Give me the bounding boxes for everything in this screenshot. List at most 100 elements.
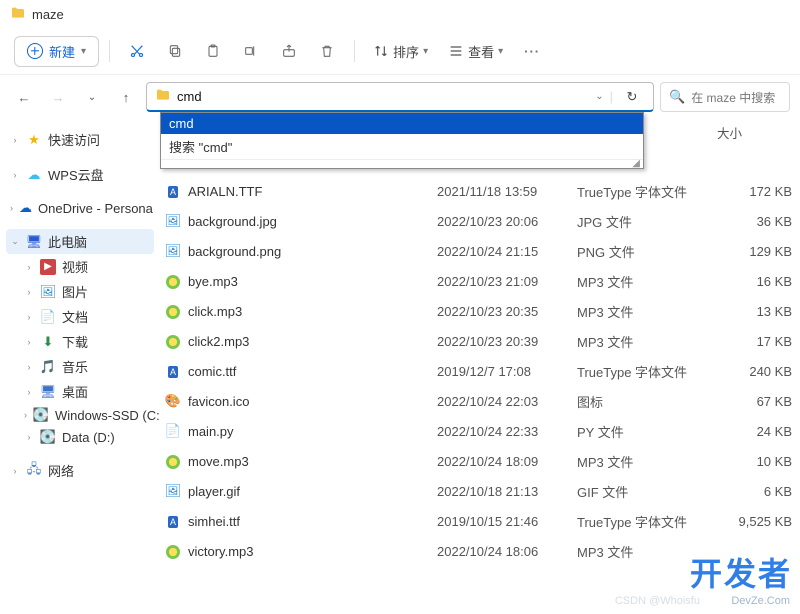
address-bar[interactable]: ⌄ | ↻ bbox=[146, 82, 654, 112]
sidebar-item-ssd[interactable]: ›💽Windows-SSD (C:) bbox=[20, 404, 154, 426]
sidebar-item-onedrive[interactable]: ›☁OneDrive - Persona bbox=[6, 197, 154, 219]
file-icon: 🖼 bbox=[160, 243, 186, 260]
search-icon: 🔍 bbox=[669, 89, 685, 105]
file-size: 16 KB bbox=[717, 274, 792, 289]
paste-icon[interactable] bbox=[196, 34, 230, 68]
file-size: 129 KB bbox=[717, 244, 792, 259]
file-type: TrueType 字体文件 bbox=[577, 182, 717, 201]
plus-icon bbox=[27, 43, 43, 59]
file-date: 2022/10/23 20:06 bbox=[437, 214, 577, 229]
title-bar: maze bbox=[0, 0, 800, 28]
forward-button[interactable]: → bbox=[44, 83, 72, 111]
file-type: JPG 文件 bbox=[577, 212, 717, 231]
chevron-right-icon: › bbox=[10, 170, 20, 180]
file-icon bbox=[160, 333, 186, 349]
chevron-down-icon: ⌄ bbox=[10, 236, 20, 247]
label: 网络 bbox=[48, 461, 74, 480]
file-icon: A bbox=[160, 364, 186, 379]
copy-icon[interactable] bbox=[158, 34, 192, 68]
file-row[interactable]: victory.mp32022/10/24 18:06MP3 文件 bbox=[160, 536, 800, 566]
file-name: 🎨favicon.ico bbox=[160, 393, 437, 410]
file-row[interactable]: click.mp32022/10/23 20:35MP3 文件13 KB bbox=[160, 296, 800, 326]
sidebar-item-downloads[interactable]: ›⬇下载 bbox=[20, 329, 154, 354]
file-size: 6 KB bbox=[717, 484, 792, 499]
file-name: AARIALN.TTF bbox=[160, 184, 437, 199]
drive-icon: 💽 bbox=[40, 429, 56, 445]
file-name: 🖼player.gif bbox=[160, 483, 437, 500]
sidebar-item-this-pc[interactable]: ⌄🖥此电脑 bbox=[6, 229, 154, 254]
divider: | bbox=[610, 89, 613, 104]
star-icon: ★ bbox=[26, 132, 42, 148]
file-icon: 🖼 bbox=[160, 483, 186, 500]
file-name: 🖼background.jpg bbox=[160, 213, 437, 230]
resize-grip-icon[interactable]: ◢ bbox=[161, 159, 643, 168]
suggestion-search-cmd[interactable]: 搜索 "cmd" bbox=[161, 134, 643, 159]
file-date: 2022/10/18 21:13 bbox=[437, 484, 577, 499]
sidebar-item-documents[interactable]: ›📄文档 bbox=[20, 304, 154, 329]
file-row[interactable]: Acomic.ttf2019/12/7 17:08TrueType 字体文件24… bbox=[160, 356, 800, 386]
sidebar: › ★ 快速访问 ›☁WPS云盘 ›☁OneDrive - Persona ⌄🖥此电… bbox=[0, 119, 160, 614]
file-date: 2022/10/23 20:35 bbox=[437, 304, 577, 319]
file-row[interactable]: 🖼background.jpg2022/10/23 20:06JPG 文件36 … bbox=[160, 206, 800, 236]
sort-dropdown[interactable]: 排序 ▾ bbox=[365, 37, 436, 66]
sidebar-item-desktop[interactable]: ›🖥桌面 bbox=[20, 379, 154, 404]
file-row[interactable]: 🖼background.png2022/10/24 21:15PNG 文件129… bbox=[160, 236, 800, 266]
chevron-right-icon: › bbox=[10, 466, 20, 476]
file-row[interactable]: 🖼player.gif2022/10/18 21:13GIF 文件6 KB bbox=[160, 476, 800, 506]
file-type: MP3 文件 bbox=[577, 452, 717, 471]
search-box[interactable]: 🔍 在 maze 中搜索 bbox=[660, 82, 790, 112]
file-row[interactable]: Asimhei.ttf2019/10/15 21:46TrueType 字体文件… bbox=[160, 506, 800, 536]
file-row[interactable]: AARIALN.TTF2021/11/18 13:59TrueType 字体文件… bbox=[160, 176, 800, 206]
share-icon[interactable] bbox=[272, 34, 306, 68]
up-button[interactable]: ↑ bbox=[112, 83, 140, 111]
col-size[interactable]: 大小 bbox=[717, 123, 792, 142]
video-icon: ▶ bbox=[40, 259, 56, 275]
back-button[interactable]: ← bbox=[10, 83, 38, 111]
sidebar-item-quick-access[interactable]: ›★快速访问 bbox=[6, 127, 154, 152]
address-wrapper: ⌄ | ↻ cmd 搜索 "cmd" ◢ bbox=[146, 82, 654, 112]
more-icon[interactable]: ··· bbox=[515, 34, 549, 68]
new-button[interactable]: 新建 ▾ bbox=[14, 36, 99, 67]
file-icon bbox=[160, 303, 186, 319]
file-row[interactable]: move.mp32022/10/24 18:09MP3 文件10 KB bbox=[160, 446, 800, 476]
label: 音乐 bbox=[62, 357, 88, 376]
label: 此电脑 bbox=[48, 232, 87, 251]
file-pane: 大小 📁.idea2022/10/25 10:09文件夹AARIALN.TTF2… bbox=[160, 119, 800, 614]
file-size: 172 KB bbox=[717, 184, 792, 199]
file-date: 2022/10/23 21:09 bbox=[437, 274, 577, 289]
file-row[interactable]: bye.mp32022/10/23 21:09MP3 文件16 KB bbox=[160, 266, 800, 296]
file-date: 2019/10/15 21:46 bbox=[437, 514, 577, 529]
file-row[interactable]: click2.mp32022/10/23 20:39MP3 文件17 KB bbox=[160, 326, 800, 356]
file-row[interactable]: 🎨favicon.ico2022/10/24 22:03图标67 KB bbox=[160, 386, 800, 416]
chevron-down-icon[interactable]: ⌄ bbox=[595, 91, 603, 102]
file-row[interactable]: 📄main.py2022/10/24 22:33PY 文件24 KB bbox=[160, 416, 800, 446]
label: 快速访问 bbox=[48, 130, 100, 149]
sidebar-item-wps[interactable]: ›☁WPS云盘 bbox=[6, 162, 154, 187]
view-label: 查看 bbox=[468, 42, 494, 61]
address-input[interactable] bbox=[177, 89, 589, 104]
cut-icon[interactable] bbox=[120, 34, 154, 68]
chevron-down-icon[interactable]: ⌄ bbox=[78, 83, 106, 111]
file-name: victory.mp3 bbox=[160, 543, 437, 559]
label: Data (D:) bbox=[62, 430, 115, 445]
refresh-icon[interactable]: ↻ bbox=[619, 89, 645, 105]
rename-icon[interactable] bbox=[234, 34, 268, 68]
view-dropdown[interactable]: 查看 ▾ bbox=[440, 37, 511, 66]
network-icon: 🖧 bbox=[26, 463, 42, 479]
sidebar-item-pictures[interactable]: ›🖼图片 bbox=[20, 279, 154, 304]
file-icon bbox=[160, 273, 186, 289]
window-title: maze bbox=[32, 7, 64, 22]
file-type: MP3 文件 bbox=[577, 272, 717, 291]
file-type: MP3 文件 bbox=[577, 542, 717, 561]
file-type: MP3 文件 bbox=[577, 332, 717, 351]
file-list: 📁.idea2022/10/25 10:09文件夹AARIALN.TTF2021… bbox=[160, 146, 800, 614]
sidebar-item-data[interactable]: ›💽Data (D:) bbox=[20, 426, 154, 448]
sidebar-item-music[interactable]: ›🎵音乐 bbox=[20, 354, 154, 379]
suggestion-cmd[interactable]: cmd bbox=[161, 113, 643, 134]
delete-icon[interactable] bbox=[310, 34, 344, 68]
file-name: bye.mp3 bbox=[160, 273, 437, 289]
label: 桌面 bbox=[62, 382, 88, 401]
sidebar-item-videos[interactable]: ›▶视频 bbox=[20, 254, 154, 279]
file-name: 📄main.py bbox=[160, 423, 437, 440]
sidebar-item-network[interactable]: › 🖧 网络 bbox=[6, 458, 154, 483]
